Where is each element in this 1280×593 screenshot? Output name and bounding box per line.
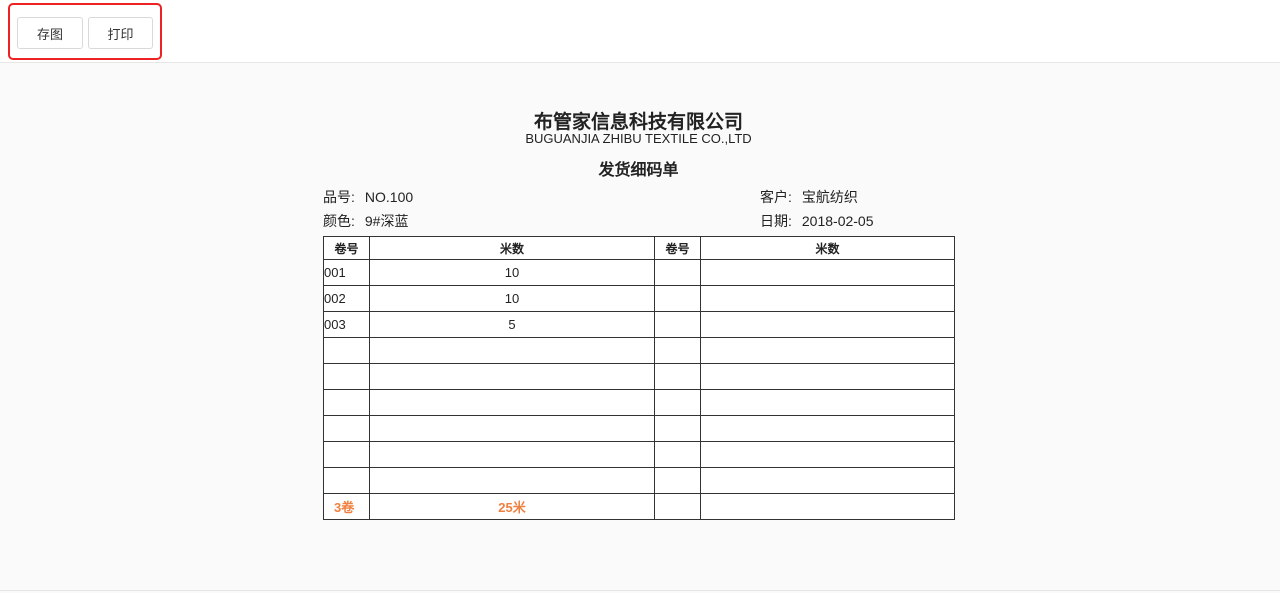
meters-cell — [700, 259, 955, 286]
roll-number-cell — [323, 415, 370, 442]
roll-number-cell — [654, 311, 701, 338]
meters-cell — [369, 337, 655, 364]
product-number-value: NO.100 — [364, 189, 414, 205]
customer-label: 客户: — [760, 189, 792, 205]
table-row: 002 10 — [323, 285, 955, 312]
date-label: 日期: — [760, 213, 792, 229]
roll-number-cell: 003 — [323, 311, 370, 338]
roll-number-cell: 001 — [323, 259, 370, 286]
customer-value: 宝航纺织 — [801, 189, 858, 205]
table-total-row: 3卷 25米 — [323, 493, 955, 520]
color-value: 9#深蓝 — [364, 213, 409, 229]
color-field: 颜色: 9#深蓝 — [323, 211, 408, 231]
print-button[interactable]: 打印 — [88, 17, 153, 49]
empty-cell — [654, 493, 701, 520]
roll-number-cell — [654, 415, 701, 442]
roll-number-cell — [323, 389, 370, 416]
total-meters: 25米 — [369, 493, 655, 520]
roll-number-cell — [654, 389, 701, 416]
roll-number-cell — [654, 467, 701, 494]
roll-number-cell — [323, 337, 370, 364]
meters-cell: 10 — [369, 259, 655, 286]
meters-cell — [700, 467, 955, 494]
empty-cell — [700, 493, 955, 520]
meters-cell — [369, 441, 655, 468]
product-number-label: 品号: — [323, 189, 355, 205]
meters-cell — [700, 389, 955, 416]
roll-number-cell — [654, 285, 701, 312]
company-name-english: BUGUANJIA ZHIBU TEXTILE CO.,LTD — [525, 131, 752, 146]
table-row: 003 5 — [323, 311, 955, 338]
roll-number-cell — [654, 337, 701, 364]
meters-cell — [369, 363, 655, 390]
roll-number-cell — [654, 441, 701, 468]
table-row — [323, 441, 955, 468]
toolbar: 存图 打印 — [0, 0, 1280, 63]
table-row — [323, 389, 955, 416]
meters-cell — [369, 389, 655, 416]
date-value: 2018-02-05 — [801, 213, 874, 229]
roll-number-cell — [323, 467, 370, 494]
header-meters-left: 米数 — [369, 236, 655, 260]
header-roll-no-right: 卷号 — [654, 236, 701, 260]
roll-number-cell — [654, 259, 701, 286]
total-rolls: 3卷 — [323, 493, 370, 520]
page-bottom-divider — [0, 590, 1280, 591]
document-heading: 发货细码单 — [598, 160, 679, 179]
meters-cell — [700, 285, 955, 312]
roll-detail-table: 卷号 米数 卷号 米数 001 10 002 10 003 5 3卷 25米 — [323, 236, 955, 520]
table-row — [323, 363, 955, 390]
header-meters-right: 米数 — [700, 236, 955, 260]
meters-cell — [700, 415, 955, 442]
meters-cell — [700, 337, 955, 364]
meters-cell — [369, 467, 655, 494]
roll-number-cell: 002 — [323, 285, 370, 312]
table-row: 001 10 — [323, 259, 955, 286]
meters-cell — [700, 311, 955, 338]
meters-cell — [700, 363, 955, 390]
table-row — [323, 337, 955, 364]
save-image-button[interactable]: 存图 — [17, 17, 83, 49]
company-name: 布管家信息科技有限公司 — [533, 111, 743, 133]
meters-cell: 5 — [369, 311, 655, 338]
meters-cell — [369, 415, 655, 442]
meters-cell — [700, 441, 955, 468]
table-row — [323, 415, 955, 442]
table-row — [323, 467, 955, 494]
table-header-row: 卷号 米数 卷号 米数 — [323, 236, 955, 260]
product-number-field: 品号: NO.100 — [323, 187, 413, 207]
date-field: 日期: 2018-02-05 — [760, 211, 874, 231]
roll-number-cell — [323, 441, 370, 468]
color-label: 颜色: — [323, 213, 355, 229]
customer-field: 客户: 宝航纺织 — [760, 187, 858, 207]
meters-cell: 10 — [369, 285, 655, 312]
roll-number-cell — [654, 363, 701, 390]
header-roll-no-left: 卷号 — [323, 236, 370, 260]
roll-number-cell — [323, 363, 370, 390]
